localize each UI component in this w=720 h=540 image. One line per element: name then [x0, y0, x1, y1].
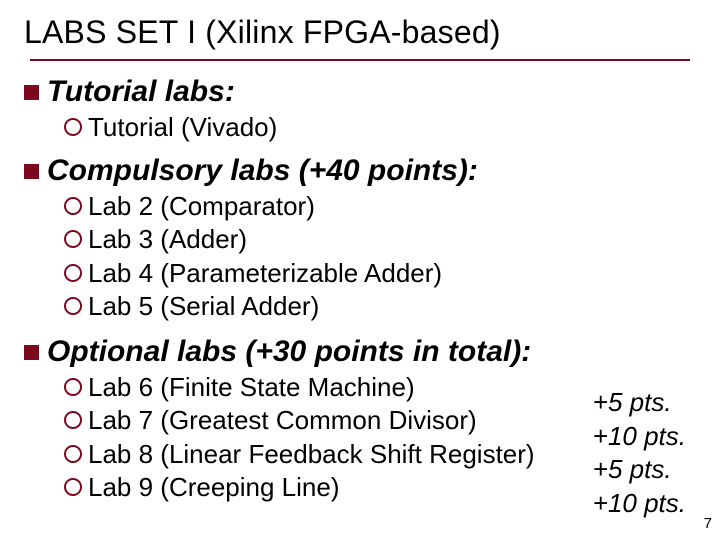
square-bullet-icon — [24, 85, 39, 100]
compulsory-items: Lab 2 (Comparator) Lab 3 (Adder) Lab 4 (… — [64, 190, 696, 323]
item-text: Lab 3 (Adder) — [88, 223, 247, 256]
section-optional: Optional labs (+30 points in total): — [24, 335, 696, 369]
section-compulsory: Compulsory labs (+40 points): — [24, 154, 696, 188]
heading-optional: Optional labs (+30 points in total): — [47, 335, 531, 369]
slide: LABS SET I (Xilinx FPGA-based) Tutorial … — [0, 0, 720, 540]
points-value: +10 pts. — [593, 420, 686, 453]
points-value: +5 pts. — [593, 386, 686, 419]
list-item: Lab 2 (Comparator) — [64, 190, 696, 223]
circle-bullet-icon — [64, 264, 82, 282]
square-bullet-icon — [24, 345, 39, 360]
circle-bullet-icon — [64, 118, 82, 136]
circle-bullet-icon — [64, 478, 82, 496]
page-number: 7 — [704, 515, 712, 532]
item-text: Lab 9 (Creeping Line) — [88, 471, 340, 504]
item-text: Lab 6 (Finite State Machine) — [88, 371, 415, 404]
circle-bullet-icon — [64, 378, 82, 396]
list-item: Tutorial (Vivado) — [64, 111, 696, 144]
item-text: Lab 4 (Parameterizable Adder) — [88, 257, 442, 290]
item-text: Lab 5 (Serial Adder) — [88, 290, 319, 323]
list-item: Lab 5 (Serial Adder) — [64, 290, 696, 323]
points-value: +10 pts. — [593, 487, 686, 520]
circle-bullet-icon — [64, 197, 82, 215]
circle-bullet-icon — [64, 445, 82, 463]
circle-bullet-icon — [64, 297, 82, 315]
heading-tutorial: Tutorial labs: — [47, 75, 235, 109]
heading-compulsory: Compulsory labs (+40 points): — [47, 154, 478, 188]
points-value: +5 pts. — [593, 453, 686, 486]
item-text: Lab 8 (Linear Feedback Shift Register) — [88, 438, 535, 471]
item-text: Lab 2 (Comparator) — [88, 190, 315, 223]
section-tutorial: Tutorial labs: — [24, 75, 696, 109]
slide-title: LABS SET I (Xilinx FPGA-based) — [24, 14, 696, 51]
circle-bullet-icon — [64, 230, 82, 248]
square-bullet-icon — [24, 164, 39, 179]
tutorial-items: Tutorial (Vivado) — [64, 111, 696, 144]
item-text: Tutorial (Vivado) — [88, 111, 277, 144]
optional-points-column: +5 pts. +10 pts. +5 pts. +10 pts. — [593, 385, 686, 520]
title-underline — [30, 59, 690, 61]
list-item: Lab 4 (Parameterizable Adder) — [64, 257, 696, 290]
circle-bullet-icon — [64, 411, 82, 429]
list-item: Lab 3 (Adder) — [64, 223, 696, 256]
item-text: Lab 7 (Greatest Common Divisor) — [88, 404, 477, 437]
